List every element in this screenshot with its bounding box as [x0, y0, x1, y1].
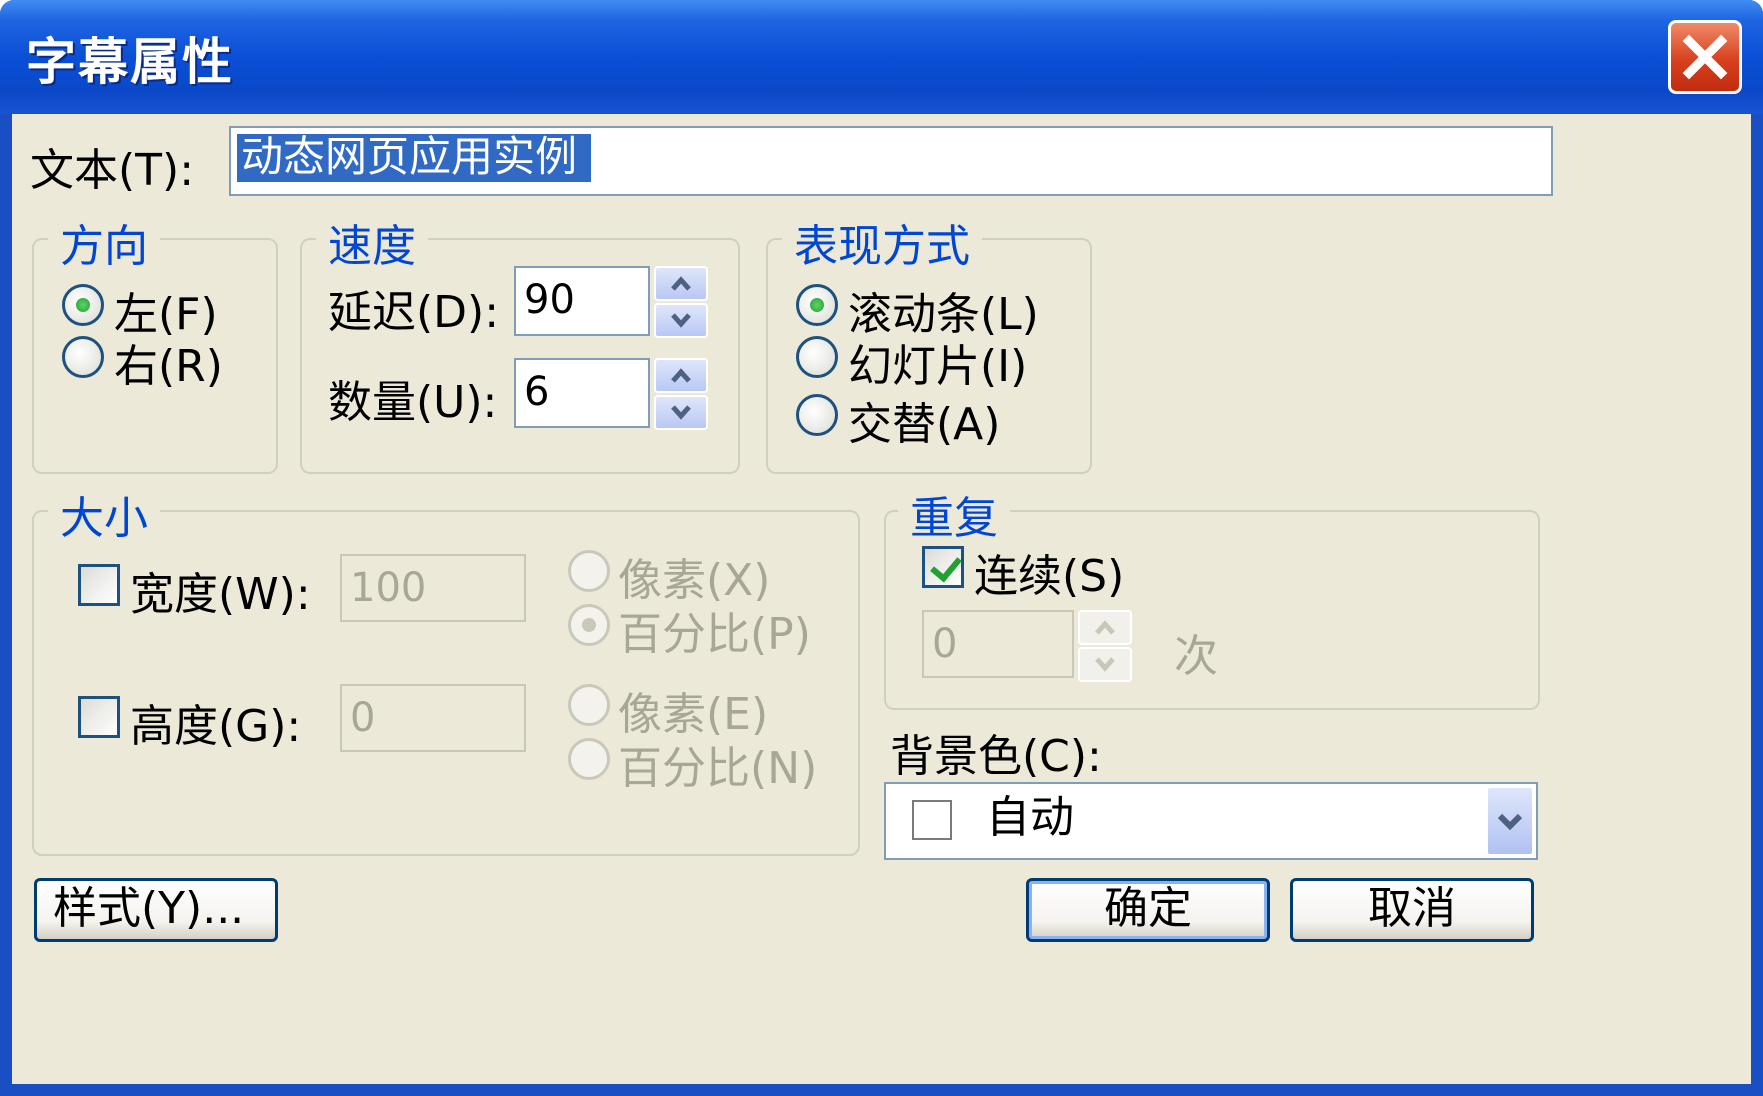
background-color-dropdown[interactable]: 自动 [884, 782, 1538, 860]
chevron-up-icon [671, 368, 691, 383]
chevron-up-icon [1095, 620, 1115, 635]
close-icon [1682, 34, 1728, 80]
height-percent-label: 百分比(N) [618, 743, 818, 794]
repeat-group-title: 重复 [898, 482, 1010, 546]
radio-slide-label: 幻灯片(I) [848, 341, 1028, 392]
color-swatch [912, 800, 952, 840]
radio-left[interactable] [62, 284, 104, 326]
text-label: 文本(T): [30, 145, 195, 196]
radio-alternate[interactable] [796, 394, 838, 436]
dialog-client-area: 文本(T): 动态网页应用实例 方向 左(F) 右(R) 速度 延迟(D): 9… [12, 114, 1751, 1084]
dropdown-arrow-button[interactable] [1486, 786, 1534, 856]
delay-label: 延迟(D): [328, 287, 500, 338]
chevron-down-icon [671, 313, 691, 328]
height-input[interactable]: 0 [340, 684, 526, 752]
repeat-spin-up[interactable] [1078, 610, 1132, 645]
amount-spinner[interactable] [654, 358, 708, 430]
width-pixels-radio[interactable] [568, 550, 610, 592]
behavior-group-title: 表现方式 [782, 210, 982, 274]
chevron-down-icon [671, 405, 691, 420]
radio-scroll[interactable] [796, 284, 838, 326]
continuous-label: 连续(S) [974, 551, 1125, 602]
amount-spin-up[interactable] [654, 358, 708, 393]
radio-right[interactable] [62, 336, 104, 378]
width-percent-label: 百分比(P) [618, 609, 811, 660]
direction-group-title: 方向 [48, 210, 160, 274]
size-group-title: 大小 [48, 482, 160, 546]
radio-right-label: 右(R) [114, 341, 223, 392]
chevron-up-icon [671, 276, 691, 291]
continuous-checkbox[interactable] [922, 546, 964, 588]
repeat-spin-down[interactable] [1078, 647, 1132, 682]
radio-slide[interactable] [796, 336, 838, 378]
width-checkbox[interactable] [78, 564, 120, 606]
height-percent-radio[interactable] [568, 738, 610, 780]
style-button[interactable]: 样式(Y)... [34, 878, 278, 942]
title-bar[interactable]: 字幕属性 [0, 0, 1763, 114]
amount-label: 数量(U): [328, 377, 498, 428]
radio-alternate-label: 交替(A) [848, 399, 1001, 450]
delay-spin-up[interactable] [654, 266, 708, 301]
dialog-window: 字幕属性 文本(T): 动态网页应用实例 方向 左(F) 右(R) 速度 延迟(… [0, 0, 1763, 1096]
amount-spin-down[interactable] [654, 395, 708, 430]
height-label: 高度(G): [130, 701, 302, 752]
background-color-value: 自动 [986, 792, 1074, 843]
height-pixels-radio[interactable] [568, 684, 610, 726]
background-color-label: 背景色(C): [890, 731, 1102, 782]
repeat-count-spinner[interactable] [1078, 610, 1132, 682]
chevron-down-icon [1095, 657, 1115, 672]
amount-input[interactable]: 6 [514, 358, 650, 428]
window-title: 字幕属性 [26, 33, 234, 91]
speed-group-title: 速度 [316, 210, 428, 274]
text-input[interactable]: 动态网页应用实例 [229, 126, 1553, 196]
height-checkbox[interactable] [78, 696, 120, 738]
chevron-down-icon [1497, 813, 1523, 831]
width-label: 宽度(W): [130, 569, 311, 620]
cancel-button[interactable]: 取消 [1290, 878, 1534, 942]
close-button[interactable] [1668, 20, 1742, 94]
ok-button[interactable]: 确定 [1026, 878, 1270, 942]
delay-spinner[interactable] [654, 266, 708, 338]
text-input-value: 动态网页应用实例 [237, 134, 592, 182]
delay-input[interactable]: 90 [514, 266, 650, 336]
width-percent-radio[interactable] [568, 604, 610, 646]
repeat-count-input[interactable]: 0 [922, 610, 1074, 678]
times-label: 次 [1174, 631, 1218, 682]
delay-spin-down[interactable] [654, 303, 708, 338]
width-input[interactable]: 100 [340, 554, 526, 622]
